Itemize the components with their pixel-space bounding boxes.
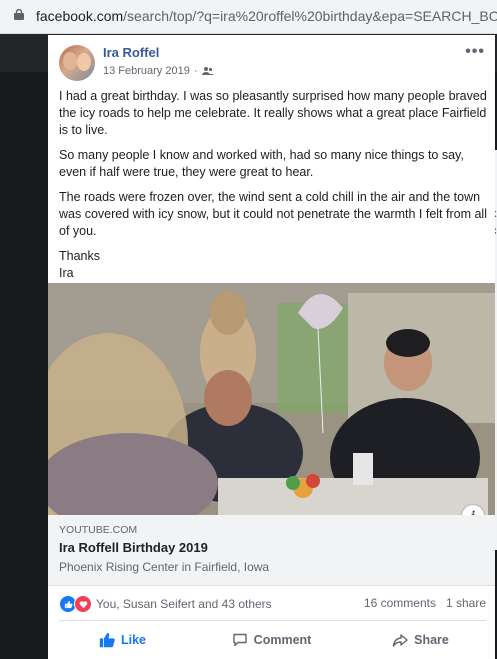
post-paragraph: I had a great birthday. I was so pleasan… (59, 89, 487, 137)
post-meta: 13 February 2019 · (103, 65, 214, 77)
share-icon (392, 634, 408, 647)
link-source: YOUTUBE.COM (59, 524, 138, 536)
share-label: Share (414, 633, 449, 647)
comments-count[interactable]: 16 comments (364, 596, 436, 610)
like-label: Like (120, 633, 146, 647)
comment-icon (232, 633, 247, 647)
link-preview[interactable]: YOUTUBE.COM Ira Roffell Birthday 2019 Ph… (48, 515, 495, 586)
thumbs-up-icon (99, 632, 115, 648)
reactions-summary[interactable]: You, Susan Seifert and 43 others (59, 595, 272, 613)
post-date[interactable]: 13 February 2019 (103, 65, 190, 77)
lock-icon (14, 9, 24, 20)
video-thumbnail[interactable] (48, 283, 495, 515)
post-text: I had a great birthday. I was so pleasan… (59, 88, 487, 282)
link-subtitle: Phoenix Rising Center in Fairfield, Iowa (59, 560, 270, 574)
divider (59, 620, 486, 621)
reactions-names[interactable]: You, Susan Seifert and 43 others (96, 597, 272, 611)
more-options-button[interactable]: ••• (465, 43, 485, 61)
avatar[interactable] (59, 45, 95, 81)
post-card: Ira Roffel 13 February 2019 · ••• I had … (48, 35, 495, 659)
url-host: facebook.com (36, 8, 124, 24)
love-reaction-icon (74, 595, 92, 613)
post-author-link[interactable]: Ira Roffel (103, 45, 159, 60)
url-path: /search/top/?q=ira%20roffel%20birthday&e… (123, 8, 497, 24)
link-title[interactable]: Ira Roffell Birthday 2019 (59, 540, 208, 555)
post-actions: Like Comment Share (48, 625, 495, 655)
post-closing-thanks: Thanks (59, 249, 100, 263)
post-stats: You, Susan Seifert and 43 others 16 comm… (59, 595, 486, 613)
share-button[interactable]: Share (346, 625, 495, 655)
post-closing-signature: Ira (59, 266, 74, 280)
shares-count[interactable]: 1 share (446, 596, 486, 610)
dot-separator: · (193, 65, 198, 77)
browser-address-bar[interactable]: facebook.com/search/top/?q=ira%20roffel%… (0, 0, 497, 34)
url-text[interactable]: facebook.com/search/top/?q=ira%20roffel%… (36, 8, 497, 24)
comment-button[interactable]: Comment (197, 625, 346, 655)
friends-icon[interactable] (201, 66, 214, 76)
comment-label: Comment (253, 633, 312, 647)
post-paragraph: The roads were frozen over, the wind sen… (59, 190, 487, 238)
comments-shares: 16 comments 1 share (364, 596, 486, 610)
like-button[interactable]: Like (48, 625, 197, 655)
post-paragraph: So many people I know and worked with, h… (59, 148, 464, 179)
